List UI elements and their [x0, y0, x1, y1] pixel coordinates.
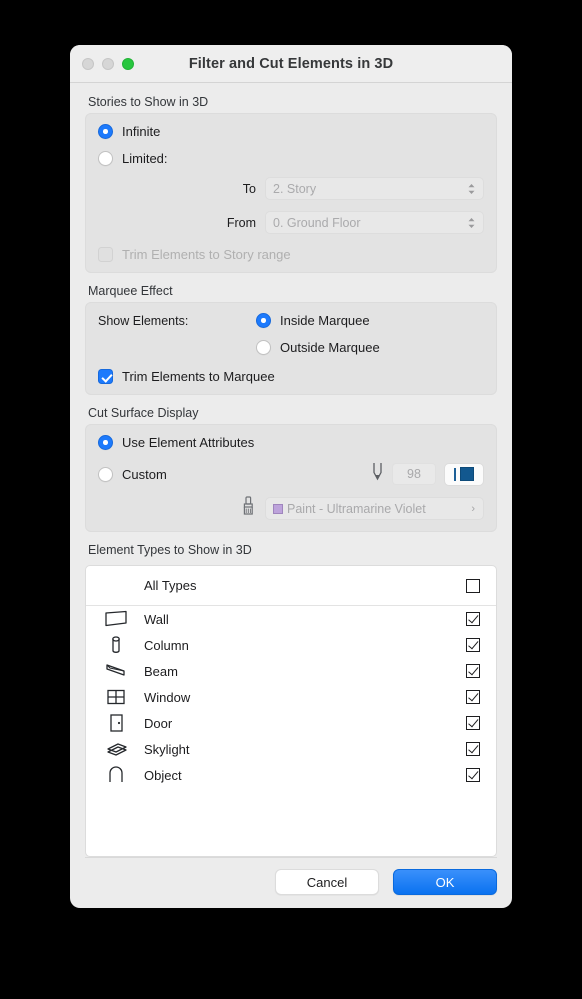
- element-type-checkbox[interactable]: [466, 690, 480, 704]
- pen-number-field[interactable]: 98: [392, 463, 436, 485]
- checkbox-trim-story-label: Trim Elements to Story range: [122, 247, 291, 262]
- element-type-row[interactable]: Wall: [86, 606, 496, 632]
- to-label: To: [242, 181, 256, 196]
- element-type-row[interactable]: Skylight: [86, 736, 496, 762]
- element-type-row[interactable]: Window: [86, 684, 496, 710]
- element-type-row[interactable]: Beam: [86, 658, 496, 684]
- show-elements-label: Show Elements:: [98, 314, 189, 328]
- all-types-row[interactable]: All Types: [86, 566, 496, 606]
- element-type-label: Object: [144, 767, 182, 783]
- paint-material-value: Paint - Ultramarine Violet: [287, 501, 426, 516]
- element-types-list: All Types Wall Column Beam Window Door Skylig…: [85, 565, 497, 857]
- radio-inside-marquee-label: Inside Marquee: [280, 313, 370, 328]
- dialog-footer: Cancel OK: [85, 857, 497, 908]
- element-type-label: Skylight: [144, 741, 190, 757]
- radio-limited[interactable]: Limited:: [98, 151, 484, 166]
- cut-surface-section-label: Cut Surface Display: [88, 406, 199, 420]
- door-icon: [100, 713, 134, 733]
- radio-infinite[interactable]: Infinite: [98, 124, 484, 139]
- title-bar: Filter and Cut Elements in 3D: [70, 45, 512, 83]
- element-type-row[interactable]: Door: [86, 710, 496, 736]
- object-icon: [100, 766, 134, 784]
- element-type-label: Wall: [144, 611, 169, 627]
- radio-outside-marquee[interactable]: Outside Marquee: [256, 340, 380, 355]
- pen-line-swatch: [453, 467, 457, 481]
- window-icon: [100, 688, 134, 706]
- all-types-checkbox[interactable]: [466, 578, 480, 593]
- radio-limited-label: Limited:: [122, 151, 168, 166]
- custom-row: Custom 98: [98, 462, 484, 486]
- from-label: From: [226, 215, 256, 230]
- chevron-right-icon[interactable]: ›: [471, 503, 475, 515]
- element-type-row[interactable]: Object: [86, 762, 496, 788]
- paint-row: Paint - Ultramarine Violet ›: [98, 496, 484, 521]
- stories-group: Infinite Limited: To 2. Story From 0. Gr…: [85, 113, 497, 273]
- element-type-checkbox[interactable]: [466, 768, 480, 782]
- element-type-label: Beam: [144, 663, 178, 679]
- element-types-section-label: Element Types to Show in 3D: [88, 543, 252, 557]
- element-type-label: Door: [144, 715, 173, 731]
- all-types-label: All Types: [144, 578, 197, 593]
- marquee-radio-set: Inside Marquee Outside Marquee: [256, 313, 380, 355]
- element-type-label: Window: [144, 689, 191, 705]
- to-field-row: To 2. Story: [98, 177, 484, 200]
- radio-use-attributes[interactable]: Use Element Attributes: [98, 435, 484, 450]
- radio-inside-marquee[interactable]: Inside Marquee: [256, 313, 380, 328]
- element-type-label: Column: [144, 637, 189, 653]
- radio-infinite-label: Infinite: [122, 124, 161, 139]
- pen-controls: 98: [371, 462, 484, 486]
- paint-brush-icon: [241, 496, 256, 521]
- dialog-body: Stories to Show in 3D Infinite Limited: …: [70, 83, 512, 857]
- radio-custom-control[interactable]: [98, 466, 113, 482]
- element-type-row[interactable]: Column: [86, 632, 496, 658]
- wall-icon: [100, 610, 134, 628]
- window-title: Filter and Cut Elements in 3D: [188, 55, 394, 72]
- stories-section-label: Stories to Show in 3D: [88, 95, 209, 109]
- paint-material-combo[interactable]: Paint - Ultramarine Violet ›: [265, 497, 484, 520]
- beam-icon: [100, 662, 134, 680]
- radio-outside-marquee-control[interactable]: [256, 340, 271, 355]
- radio-outside-marquee-label: Outside Marquee: [280, 340, 380, 355]
- pen-fill-swatch: [460, 467, 475, 481]
- to-story-popup[interactable]: 2. Story: [265, 177, 484, 200]
- skylight-icon: [100, 740, 134, 758]
- element-type-checkbox[interactable]: [466, 638, 480, 652]
- element-types-rows[interactable]: Wall Column Beam Window Door Skylight Object: [86, 606, 496, 856]
- paint-color-swatch: [273, 503, 283, 514]
- column-icon: [100, 635, 134, 655]
- from-story-popup[interactable]: 0. Ground Floor: [265, 211, 484, 234]
- element-type-checkbox[interactable]: [466, 612, 480, 626]
- radio-limited-control[interactable]: [98, 151, 113, 166]
- marquee-section-label: Marquee Effect: [88, 284, 173, 298]
- checkbox-trim-marquee[interactable]: Trim Elements to Marquee: [98, 369, 484, 384]
- dialog-window: Filter and Cut Elements in 3D Stories to…: [70, 45, 512, 908]
- radio-use-attributes-control[interactable]: [98, 435, 113, 450]
- checkbox-trim-marquee-label: Trim Elements to Marquee: [122, 369, 275, 384]
- radio-inside-marquee-control[interactable]: [256, 313, 271, 328]
- pen-color-swatch-button[interactable]: [444, 462, 484, 486]
- element-type-checkbox[interactable]: [466, 716, 480, 730]
- radio-use-attributes-label: Use Element Attributes: [122, 435, 255, 450]
- from-field-row: From 0. Ground Floor: [98, 211, 484, 234]
- checkbox-trim-marquee-control[interactable]: [98, 369, 113, 384]
- from-stepper-icon[interactable]: [467, 217, 476, 229]
- checkbox-trim-story[interactable]: Trim Elements to Story range: [98, 247, 484, 262]
- radio-custom-label: Custom: [122, 466, 167, 482]
- checkbox-trim-story-control[interactable]: [98, 247, 113, 262]
- ok-button[interactable]: OK: [393, 869, 497, 895]
- cancel-button[interactable]: Cancel: [275, 869, 379, 895]
- cut-surface-group: Use Element Attributes Custom 98 Paint -…: [85, 424, 497, 532]
- radio-infinite-control[interactable]: [98, 124, 113, 139]
- pen-icon: [371, 462, 384, 486]
- marquee-group: Show Elements: Inside Marquee Outside Ma…: [85, 302, 497, 395]
- to-story-value: 2. Story: [273, 181, 317, 196]
- element-type-checkbox[interactable]: [466, 664, 480, 678]
- to-stepper-icon[interactable]: [467, 183, 476, 195]
- from-story-value: 0. Ground Floor: [273, 215, 361, 230]
- show-elements-row: Show Elements: Inside Marquee Outside Ma…: [98, 313, 484, 355]
- element-type-checkbox[interactable]: [466, 742, 480, 756]
